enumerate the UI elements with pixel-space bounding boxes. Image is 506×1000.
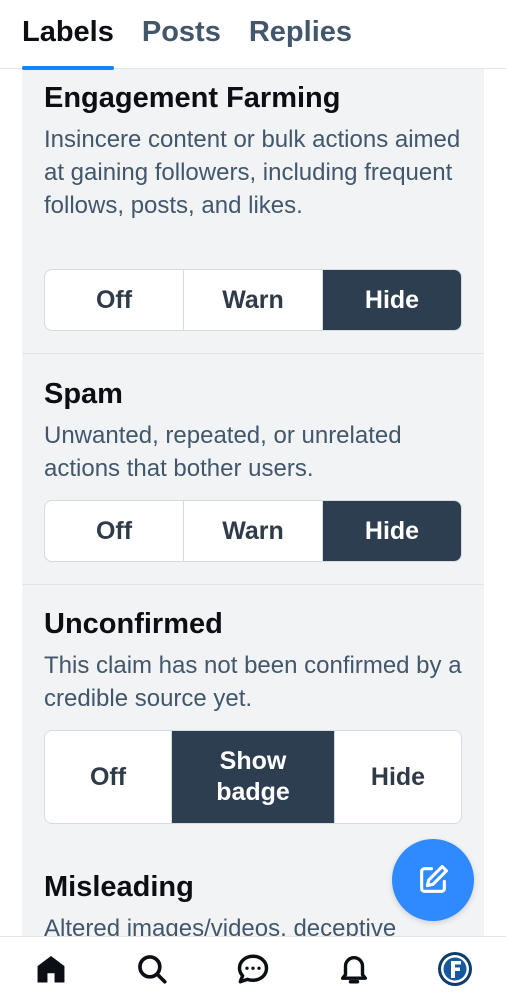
- divider: [22, 353, 484, 354]
- compose-icon: [420, 864, 449, 893]
- off-button[interactable]: Off: [45, 731, 172, 823]
- spam-setting: Off Warn Hide: [44, 500, 462, 562]
- home-icon: [37, 955, 65, 982]
- show-badge-button[interactable]: Show badge: [172, 731, 335, 823]
- label-title: Unconfirmed: [44, 608, 223, 640]
- unconfirmed-setting: Off Show badge Hide: [44, 730, 462, 824]
- hide-button[interactable]: Hide: [335, 731, 461, 823]
- search-icon: [137, 954, 167, 984]
- label-section-engagement-farming: Engagement Farming Insincere content or …: [22, 81, 484, 222]
- profile-avatar: [438, 951, 473, 986]
- warn-button[interactable]: Warn: [184, 270, 323, 330]
- off-button[interactable]: Off: [45, 501, 184, 561]
- off-button[interactable]: Off: [45, 270, 184, 330]
- hide-button[interactable]: Hide: [323, 270, 461, 330]
- label-description: Altered images/videos, deceptive: [44, 915, 397, 936]
- nav-chat[interactable]: [223, 939, 283, 999]
- label-section-unconfirmed: Unconfirmed This claim has not been conf…: [22, 607, 484, 715]
- tab-posts[interactable]: Posts: [142, 0, 221, 69]
- bell-icon: [341, 955, 368, 983]
- label-section-spam: Spam Unwanted, repeated, or unrelated ac…: [22, 377, 484, 485]
- compose-button[interactable]: [392, 839, 474, 921]
- nav-search[interactable]: [122, 939, 182, 999]
- label-description: Unwanted, repeated, or unrelated actions…: [44, 422, 402, 482]
- nav-notifications[interactable]: [324, 939, 384, 999]
- label-title: Engagement Farming: [44, 82, 341, 114]
- warn-button[interactable]: Warn: [184, 501, 323, 561]
- nav-home[interactable]: [21, 939, 81, 999]
- chat-icon: [237, 954, 269, 983]
- engagement-farming-setting: Off Warn Hide: [44, 269, 462, 331]
- profile-tabs: Labels Posts Replies: [0, 0, 506, 70]
- tab-labels[interactable]: Labels: [22, 0, 114, 70]
- tab-replies[interactable]: Replies: [249, 0, 352, 69]
- labels-panel: Engagement Farming Insincere content or …: [22, 69, 484, 936]
- label-description: This claim has not been confirmed by a c…: [44, 652, 462, 712]
- label-title: Spam: [44, 378, 123, 410]
- nav-profile[interactable]: [425, 939, 485, 999]
- label-description: Insincere content or bulk actions aimed …: [44, 126, 461, 219]
- bottom-navigation: [0, 936, 506, 1000]
- hide-button[interactable]: Hide: [323, 501, 461, 561]
- divider: [22, 584, 484, 585]
